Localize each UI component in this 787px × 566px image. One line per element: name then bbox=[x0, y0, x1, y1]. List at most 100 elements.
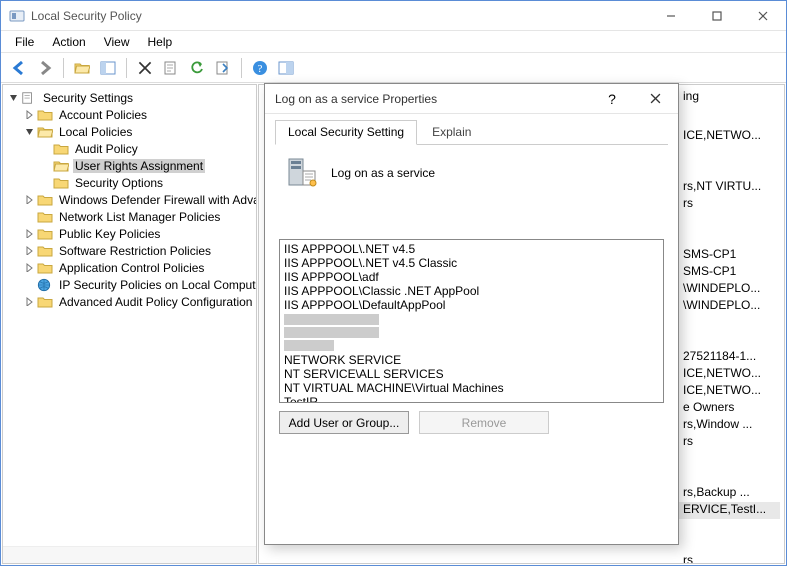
list-fragment[interactable]: ICE,NETWO... bbox=[679, 128, 780, 145]
folder-icon bbox=[37, 244, 53, 258]
folder-icon bbox=[37, 261, 53, 275]
redacted-item[interactable] bbox=[284, 340, 334, 351]
list-fragment[interactable]: ing bbox=[679, 89, 780, 106]
shield-icon bbox=[21, 91, 37, 105]
chevron-right-icon[interactable] bbox=[23, 194, 35, 206]
list-fragment[interactable]: ERVICE,TestI... bbox=[679, 502, 780, 519]
tree-appcontrol[interactable]: Application Control Policies bbox=[23, 259, 254, 276]
close-button[interactable] bbox=[740, 1, 786, 30]
list-fragment[interactable]: 27521184-1... bbox=[679, 349, 780, 366]
dialog-close-button[interactable] bbox=[632, 84, 678, 113]
help-button[interactable] bbox=[248, 56, 272, 80]
redacted-item[interactable] bbox=[284, 314, 379, 325]
tree-account-policies[interactable]: Account Policies bbox=[23, 106, 254, 123]
list-fragment[interactable]: rs,NT VIRTU... bbox=[679, 179, 780, 196]
menu-view[interactable]: View bbox=[96, 33, 138, 51]
tree-local-policies[interactable]: Local Policies bbox=[23, 123, 254, 140]
menu-action[interactable]: Action bbox=[44, 33, 93, 51]
chevron-right-icon[interactable] bbox=[23, 228, 35, 240]
tree-audit-policy[interactable]: Audit Policy bbox=[39, 140, 254, 157]
principal-item[interactable]: IIS APPPOOL\DefaultAppPool bbox=[284, 298, 659, 312]
principal-item[interactable]: TestIR bbox=[284, 395, 659, 403]
folder-icon bbox=[53, 176, 69, 190]
chevron-right-icon[interactable] bbox=[23, 245, 35, 257]
window-title: Local Security Policy bbox=[31, 9, 648, 23]
tab-local-security-setting[interactable]: Local Security Setting bbox=[275, 120, 417, 145]
forward-button[interactable] bbox=[33, 56, 57, 80]
chevron-right-icon[interactable] bbox=[23, 296, 35, 308]
tree-firewall[interactable]: Windows Defender Firewall with Advanced … bbox=[23, 191, 254, 208]
list-fragment[interactable]: SMS-CP1 bbox=[679, 247, 780, 264]
policy-name: Log on as a service bbox=[331, 166, 435, 180]
remove-button: Remove bbox=[419, 411, 549, 434]
folder-icon bbox=[37, 210, 53, 224]
tree-pane: Security Settings Account Policies Local… bbox=[2, 84, 257, 564]
principal-item[interactable]: NT SERVICE\ALL SERVICES bbox=[284, 367, 659, 381]
tree-security-options[interactable]: Security Options bbox=[39, 174, 254, 191]
list-fragment[interactable]: rs,Window ... bbox=[679, 417, 780, 434]
tab-explain[interactable]: Explain bbox=[419, 120, 484, 145]
principal-item[interactable]: IIS APPPOOL\Classic .NET AppPool bbox=[284, 284, 659, 298]
refresh-button[interactable] bbox=[185, 56, 209, 80]
add-user-or-group-button[interactable]: Add User or Group... bbox=[279, 411, 409, 434]
tree[interactable]: Security Settings Account Policies Local… bbox=[3, 85, 256, 546]
principal-item[interactable]: IIS APPPOOL\adf bbox=[284, 270, 659, 284]
folder-icon bbox=[37, 227, 53, 241]
folder-icon bbox=[37, 193, 53, 207]
tree-netlist[interactable]: Network List Manager Policies bbox=[23, 208, 254, 225]
list-fragment[interactable]: e Owners bbox=[679, 400, 780, 417]
properties-button[interactable] bbox=[159, 56, 183, 80]
tree-label: Security Settings bbox=[41, 91, 135, 105]
principals-listbox[interactable]: IIS APPPOOL\.NET v4.5 IIS APPPOOL\.NET v… bbox=[279, 239, 664, 403]
titlebar: Local Security Policy bbox=[1, 1, 786, 31]
list-fragment[interactable]: rs bbox=[679, 434, 780, 451]
tree-softrestrict[interactable]: Software Restriction Policies bbox=[23, 242, 254, 259]
list-fragment[interactable]: SMS-CP1 bbox=[679, 264, 780, 281]
list-fragment[interactable]: ICE,NETWO... bbox=[679, 383, 780, 400]
list-fragment[interactable]: rs bbox=[679, 196, 780, 213]
menu-file[interactable]: File bbox=[7, 33, 42, 51]
dialog-title: Log on as a service Properties bbox=[275, 92, 592, 106]
folder-icon bbox=[37, 295, 53, 309]
principal-item[interactable]: NT VIRTUAL MACHINE\Virtual Machines bbox=[284, 381, 659, 395]
back-button[interactable] bbox=[7, 56, 31, 80]
minimize-button[interactable] bbox=[648, 1, 694, 30]
globe-icon bbox=[37, 278, 53, 292]
list-fragment[interactable]: rs,Backup ... bbox=[679, 485, 780, 502]
redacted-item[interactable] bbox=[284, 327, 379, 338]
principal-item[interactable]: IIS APPPOOL\.NET v4.5 Classic bbox=[284, 256, 659, 270]
show-hide-tree-button[interactable] bbox=[96, 56, 120, 80]
chevron-down-icon[interactable] bbox=[23, 126, 35, 138]
tree-pubkey[interactable]: Public Key Policies bbox=[23, 225, 254, 242]
tree-root[interactable]: Security Settings bbox=[7, 89, 254, 106]
chevron-right-icon[interactable] bbox=[23, 109, 35, 121]
principal-item[interactable]: IIS APPPOOL\.NET v4.5 bbox=[284, 242, 659, 256]
chevron-right-icon[interactable] bbox=[23, 262, 35, 274]
menubar: File Action View Help bbox=[1, 31, 786, 53]
list-fragment[interactable]: \WINDEPLO... bbox=[679, 298, 780, 315]
folder-icon bbox=[37, 108, 53, 122]
up-button[interactable] bbox=[70, 56, 94, 80]
tree-advaudit[interactable]: Advanced Audit Policy Configuration bbox=[23, 293, 254, 310]
chevron-down-icon[interactable] bbox=[7, 92, 19, 104]
delete-button[interactable] bbox=[133, 56, 157, 80]
tree-user-rights[interactable]: User Rights Assignment bbox=[39, 157, 254, 174]
folder-open-icon bbox=[53, 159, 69, 173]
toolbar bbox=[1, 53, 786, 83]
properties-dialog: Log on as a service Properties ? Local S… bbox=[264, 83, 679, 545]
tree-ipsec[interactable]: IP Security Policies on Local Computer bbox=[23, 276, 254, 293]
list-fragment[interactable]: rs bbox=[679, 553, 780, 563]
list-fragment[interactable]: ICE,NETWO... bbox=[679, 366, 780, 383]
folder-open-icon bbox=[37, 125, 53, 139]
dialog-tabs: Local Security Setting Explain bbox=[275, 120, 668, 145]
horizontal-scrollbar[interactable] bbox=[3, 546, 256, 563]
dialog-help-button[interactable]: ? bbox=[592, 91, 632, 107]
app-icon bbox=[9, 8, 25, 24]
list-fragment[interactable]: \WINDEPLO... bbox=[679, 281, 780, 298]
menu-help[interactable]: Help bbox=[140, 33, 181, 51]
policy-icon bbox=[285, 157, 317, 189]
export-button[interactable] bbox=[211, 56, 235, 80]
principal-item[interactable]: NETWORK SERVICE bbox=[284, 353, 659, 367]
maximize-button[interactable] bbox=[694, 1, 740, 30]
manage-button[interactable] bbox=[274, 56, 298, 80]
